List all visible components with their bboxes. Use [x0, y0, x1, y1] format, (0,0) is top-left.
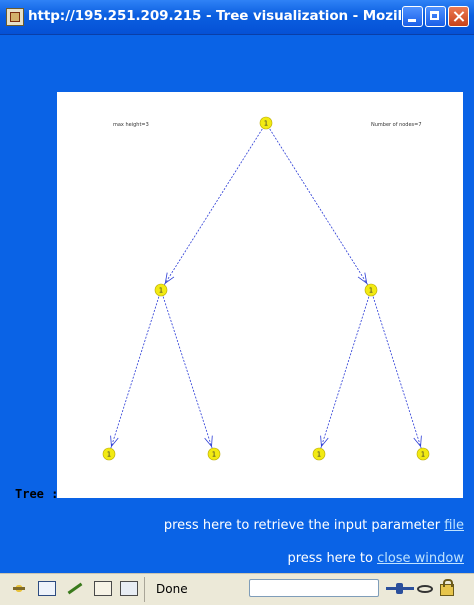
progress-field — [249, 579, 379, 597]
composer-icon[interactable] — [66, 581, 84, 596]
tree-edge-right-rr — [370, 289, 424, 455]
close-window-line: press here to close window — [287, 551, 464, 566]
privacy-icon[interactable] — [417, 581, 435, 596]
close-window-link[interactable]: close window — [377, 551, 464, 566]
chat-icon[interactable] — [120, 581, 138, 596]
tree-canvas: max height=3 Number of nodes=7 1 1 1 1 1 1 1 — [57, 92, 463, 498]
tree-nodes: 1 1 1 1 1 1 1 — [102, 116, 430, 461]
tree-node-label: 1 — [369, 287, 373, 295]
status-text: Done — [156, 582, 188, 596]
tree-node-label: 1 — [421, 451, 425, 459]
tree-node-label: 1 — [212, 451, 216, 459]
tree-node-label: 1 — [317, 451, 321, 459]
tree-edge-right-rl — [318, 289, 372, 455]
lock-icon[interactable] — [440, 579, 454, 596]
status-bar: Done — [0, 573, 474, 605]
app-icon[interactable] — [6, 8, 24, 26]
navigator-icon[interactable] — [10, 581, 28, 596]
close-text: press here to — [287, 551, 378, 566]
status-divider — [144, 577, 145, 602]
max-height-note: max height=3 — [113, 122, 149, 128]
tree-node-label: 1 — [159, 287, 163, 295]
node-count-note: Number of nodes=7 — [371, 122, 422, 128]
minimize-button[interactable] — [402, 6, 423, 27]
retrieve-text: press here to retrieve the input paramet… — [163, 518, 445, 533]
mail-icon[interactable] — [38, 581, 56, 596]
online-status-icon[interactable] — [386, 581, 414, 596]
window-title: http://195.251.209.215 - Tree visualizat… — [28, 8, 416, 24]
tree-edge-root-right — [265, 122, 372, 291]
address-book-icon[interactable] — [94, 581, 112, 596]
file-link[interactable]: file — [444, 518, 464, 533]
tree-label: Tree : — [15, 487, 59, 501]
close-button[interactable] — [448, 6, 469, 27]
tree-node-label: 1 — [264, 120, 268, 128]
tree-node-label: 1 — [107, 451, 111, 459]
retrieve-parameter-line: press here to retrieve the input paramet… — [164, 518, 464, 533]
tree-edge-left-lr — [160, 289, 215, 455]
maximize-button[interactable] — [425, 6, 446, 27]
tree-diagram: max height=3 Number of nodes=7 1 1 1 1 1 1 1 — [102, 116, 430, 461]
tree-edge-left-ll — [108, 289, 162, 455]
title-bar: http://195.251.209.215 - Tree visualizat… — [0, 0, 474, 35]
tree-edge-root-left — [160, 122, 267, 291]
